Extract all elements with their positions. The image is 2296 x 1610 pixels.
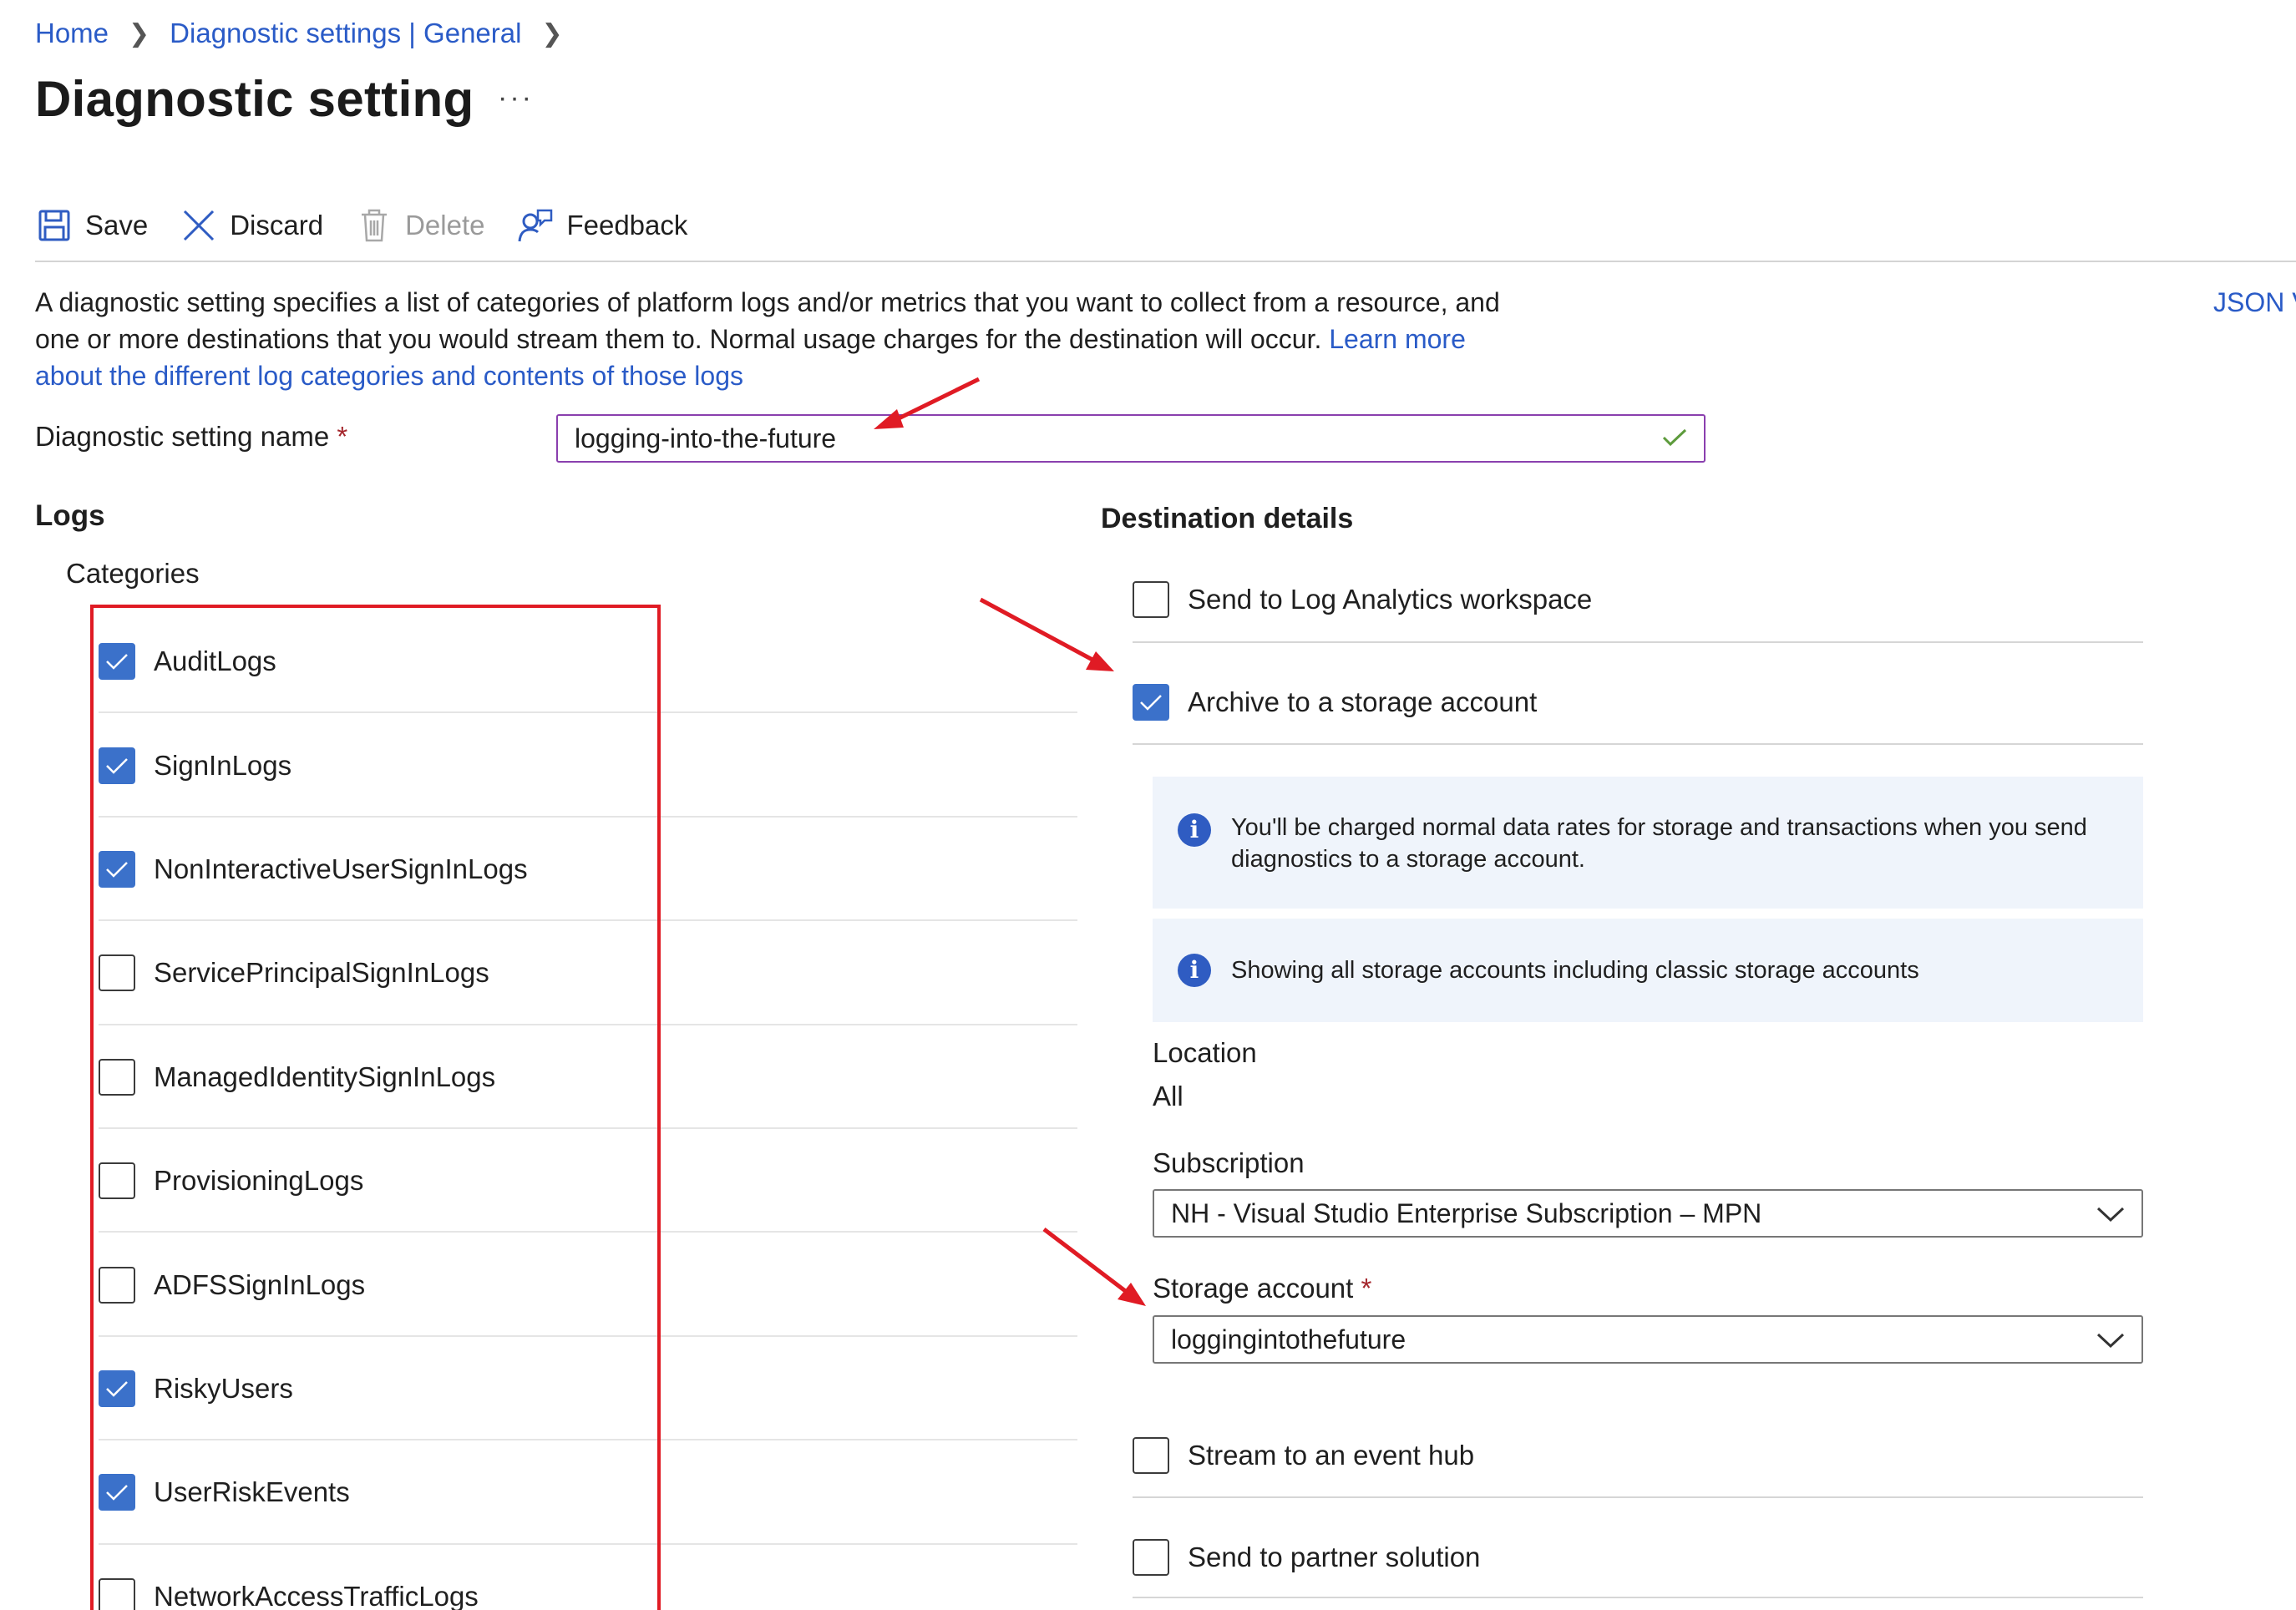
feedback-icon [516,206,555,245]
save-button[interactable]: Save [35,206,148,245]
info-icon: i [1178,954,1211,987]
annotation-highlight-box [90,605,661,1610]
description-text: A diagnostic setting specifies a list of… [35,284,1505,394]
divider [1133,1496,2143,1498]
storage-account-option[interactable]: Archive to a storage account [1133,651,2143,753]
partner-solution-checkbox[interactable] [1133,1539,1169,1576]
log-analytics-label: Send to Log Analytics workspace [1188,584,1593,615]
storage-account-dropdown[interactable]: loggingintothefuture [1153,1315,2143,1364]
storage-account-label: Storage account * [1153,1273,1371,1304]
subscription-value: NH - Visual Studio Enterprise Subscripti… [1171,1197,1762,1228]
feedback-button[interactable]: Feedback [516,206,687,245]
breadcrumb-diagnostic-settings-link[interactable]: Diagnostic settings | General [170,18,521,49]
description-body: A diagnostic setting specifies a list of… [35,287,1500,354]
delete-label: Delete [405,210,485,240]
command-toolbar: Save Discard Delete Feedback [35,199,719,252]
chevron-down-icon [2096,1198,2125,1229]
subscription-dropdown[interactable]: NH - Visual Studio Enterprise Subscripti… [1153,1189,2143,1238]
storage-account-checkbox[interactable] [1133,684,1169,721]
name-label-text: Diagnostic setting name [35,421,330,452]
location-label: Location [1153,1037,1257,1068]
discard-label: Discard [230,210,324,240]
checkmark-icon [1662,423,1687,454]
location-value: All [1153,1081,1183,1111]
toolbar-divider [35,261,2296,262]
breadcrumb: Home ❯ Diagnostic settings | General ❯ [35,15,583,52]
info-classic-text: Showing all storage accounts including c… [1231,957,1919,984]
storage-account-value: loggingintothefuture [1171,1324,1406,1354]
required-marker: * [337,421,348,452]
destination-details-heading: Destination details [1101,503,1354,534]
required-marker: * [1361,1273,1372,1304]
info-icon: i [1178,813,1211,847]
diagnostic-setting-name-label: Diagnostic setting name * [35,421,347,453]
save-label: Save [85,210,149,240]
close-icon [180,206,218,245]
chevron-right-icon: ❯ [541,19,563,48]
event-hub-label: Stream to an event hub [1188,1440,1475,1471]
categories-label: Categories [66,558,200,589]
trash-icon [355,206,393,245]
diagnostic-setting-name-input[interactable]: logging-into-the-future [556,414,1706,463]
info-box-classic: i Showing all storage accounts including… [1153,919,2143,1022]
subscription-label: Subscription [1153,1147,1305,1178]
event-hub-checkbox[interactable] [1133,1437,1169,1474]
name-input-value: logging-into-the-future [575,423,837,453]
chevron-down-icon [2096,1324,2125,1355]
divider [1133,641,2143,643]
info-charges-text: You'll be charged normal data rates for … [1231,814,2087,873]
log-analytics-option[interactable]: Send to Log Analytics workspace [1133,549,2143,651]
logs-heading: Logs [35,499,105,532]
discard-button[interactable]: Discard [180,206,323,245]
feedback-label: Feedback [566,210,688,240]
json-view-link[interactable]: JSON View [2213,284,2296,321]
storage-account-option-label: Archive to a storage account [1188,686,1538,717]
more-options-button[interactable]: ··· [498,82,534,114]
divider [1133,1597,2143,1598]
partner-solution-option[interactable]: Send to partner solution [1133,1506,2143,1608]
save-icon [35,206,73,245]
partner-solution-label: Send to partner solution [1188,1542,1481,1572]
chevron-right-icon: ❯ [129,19,150,48]
divider [1133,743,2143,745]
event-hub-option[interactable]: Stream to an event hub [1133,1405,2143,1506]
info-box-charges: i You'll be charged normal data rates fo… [1153,777,2143,909]
storage-account-label-text: Storage account [1153,1273,1354,1304]
page-title: Diagnostic setting [35,71,474,127]
breadcrumb-home-link[interactable]: Home [35,18,109,49]
delete-button[interactable]: Delete [355,206,484,245]
log-analytics-checkbox[interactable] [1133,581,1169,618]
